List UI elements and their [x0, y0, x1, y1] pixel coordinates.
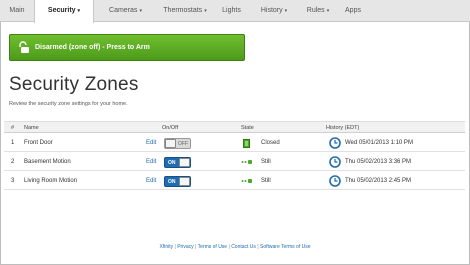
edit-link[interactable]: Edit — [146, 134, 156, 152]
clock-icon — [329, 156, 341, 168]
nav-thermostats-label: Thermostats — [163, 7, 203, 14]
footer-link-xfinity[interactable]: Xfinity — [160, 244, 174, 250]
nav-apps-label: Apps — [345, 7, 361, 14]
footer-link-software-terms[interactable]: Software Terms of Use — [260, 244, 310, 250]
zone-state: Still — [261, 159, 271, 165]
toggle-label: OFF — [178, 141, 188, 147]
page-title: Security Zones — [9, 74, 139, 95]
chevron-down-icon: ▾ — [284, 8, 288, 14]
footer-separator: | — [174, 244, 176, 250]
table-row: 3 Living Room Motion Edit ON Still Thu 0… — [4, 172, 465, 190]
nav-apps[interactable]: Apps — [338, 0, 368, 22]
toggle-knob — [165, 139, 176, 148]
row-num: 1 — [11, 140, 15, 146]
chevron-down-icon: ▾ — [326, 8, 330, 14]
nav-cameras[interactable]: Cameras ▾ — [94, 0, 157, 22]
arm-button[interactable]: Disarmed (zone off) - Press to Arm — [9, 34, 245, 61]
header-state: State — [241, 125, 254, 131]
footer-separator: | — [228, 244, 230, 250]
page-subtitle: Review the security zone settings for yo… — [9, 101, 128, 107]
chevron-down-icon: ▾ — [77, 8, 81, 14]
zone-toggle[interactable]: ON — [164, 176, 191, 187]
footer-separator: | — [195, 244, 197, 250]
clock-icon — [329, 137, 341, 149]
top-nav: Main Security ▾ Cameras ▾ Thermostats ▾ Lig… — [0, 0, 470, 23]
motion-still-icon — [241, 179, 252, 183]
toggle-label: ON — [168, 160, 176, 166]
nav-rules-label: Rules — [306, 7, 325, 14]
zone-name: Front Door — [24, 140, 53, 146]
nav-main-label: Main — [9, 7, 25, 14]
nav-history-label: History — [260, 7, 283, 14]
nav-security-label: Security — [47, 7, 76, 14]
clock-icon — [329, 175, 341, 187]
footer-separator: | — [257, 244, 259, 250]
header-num: # — [11, 125, 15, 131]
header-name: Name — [24, 125, 39, 131]
edit-link[interactable]: Edit — [146, 153, 156, 171]
unlocked-padlock-icon — [19, 41, 29, 53]
zone-toggle[interactable]: OFF — [164, 138, 191, 149]
nav-rules[interactable]: Rules ▾ — [298, 0, 338, 22]
footer-link-terms[interactable]: Terms of Use — [198, 244, 227, 250]
row-num: 3 — [11, 178, 15, 184]
nav-main[interactable]: Main — [0, 0, 34, 22]
edit-link[interactable]: Edit — [146, 172, 156, 190]
nav-lights-label: Lights — [222, 7, 241, 14]
zone-state: Closed — [261, 140, 280, 146]
nav-lights[interactable]: Lights — [213, 0, 250, 22]
toggle-knob — [179, 177, 190, 186]
table-row: 1 Front Door Edit OFF Closed Wed 05/01/2… — [4, 134, 465, 152]
zone-name: Basement Motion — [24, 159, 71, 165]
zone-state: Still — [261, 178, 271, 184]
arm-button-label: Disarmed (zone off) - Press to Arm — [35, 44, 150, 51]
table-header: # Name On/Off State History (EDT) — [4, 121, 465, 133]
chevron-down-icon: ▾ — [139, 8, 142, 14]
header-onoff: On/Off — [162, 125, 179, 131]
door-closed-icon — [243, 139, 250, 148]
toggle-knob — [179, 158, 190, 167]
zone-history: Thu 05/02/2013 3:36 PM — [345, 159, 412, 165]
row-num: 2 — [11, 159, 15, 165]
toggle-label: ON — [168, 179, 176, 185]
nav-cameras-label: Cameras — [109, 7, 138, 14]
footer-link-contact[interactable]: Contact Us — [231, 244, 256, 250]
table-row: 2 Basement Motion Edit ON Still Thu 05/0… — [4, 153, 465, 171]
nav-security[interactable]: Security ▾ — [34, 0, 94, 23]
nav-thermostats[interactable]: Thermostats ▾ — [157, 0, 213, 22]
nav-history[interactable]: History ▾ — [250, 0, 298, 22]
header-history: History (EDT) — [326, 125, 360, 131]
zone-name: Living Room Motion — [24, 178, 78, 184]
motion-still-icon — [241, 160, 252, 164]
zone-history: Wed 05/01/2013 1:10 PM — [345, 140, 413, 146]
zone-toggle[interactable]: ON — [164, 157, 191, 168]
chevron-down-icon: ▾ — [204, 8, 207, 14]
zone-history: Thu 05/02/2013 2:45 PM — [345, 178, 412, 184]
footer-links: Xfinity | Privacy | Terms of Use | Conta… — [0, 244, 470, 250]
footer-link-privacy[interactable]: Privacy — [177, 244, 193, 250]
